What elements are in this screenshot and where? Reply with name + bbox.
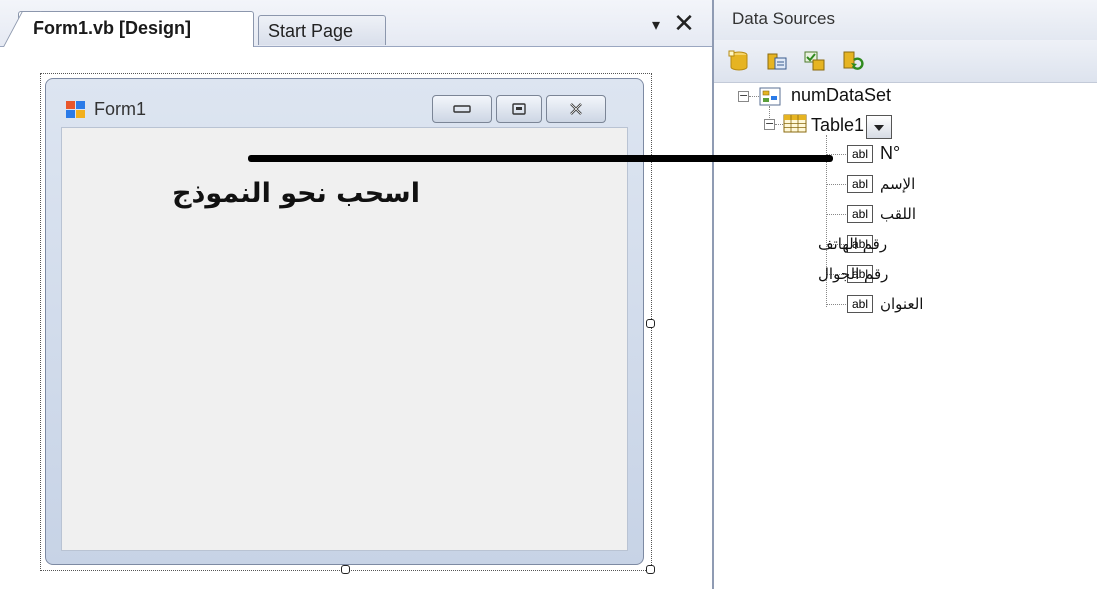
textbox-field-icon: abl — [847, 295, 873, 313]
field-address[interactable]: العنوان — [880, 295, 923, 313]
tree-connector — [826, 214, 846, 215]
drag-arrow-line — [248, 155, 833, 162]
tree-connector — [826, 184, 846, 185]
dataset-node-label[interactable]: numDataSet — [791, 85, 891, 106]
drag-instruction-text: اسحب نحو النموذج — [172, 178, 420, 209]
field-surname[interactable]: اللقب — [880, 205, 916, 223]
dataset-collapse-icon[interactable]: − — [738, 90, 749, 102]
field-mobile[interactable]: رقم الجوال — [818, 265, 888, 283]
textbox-field-icon: abl — [847, 145, 873, 163]
designer-document-pane: Form1.vb [Design] Start Page ▾ ✕ Form1 ا… — [0, 0, 712, 589]
tree-connector — [775, 124, 783, 125]
maximize-icon — [512, 103, 526, 115]
tab-list-dropdown-icon[interactable]: ▾ — [646, 15, 666, 35]
table-collapse-icon[interactable]: − — [764, 118, 775, 130]
textbox-field-icon: abl — [847, 175, 873, 193]
close-icon — [570, 103, 582, 115]
add-datasource-icon[interactable] — [728, 50, 750, 72]
edit-dataset-icon[interactable] — [766, 50, 788, 72]
field-name[interactable]: الإسم — [880, 175, 915, 193]
tab-form1-design[interactable]: Form1.vb [Design] — [18, 11, 254, 47]
resize-handle-bottom[interactable] — [341, 565, 350, 574]
data-sources-title: Data Sources — [714, 0, 1097, 40]
minimize-icon — [453, 105, 471, 113]
close-button[interactable] — [546, 95, 606, 123]
textbox-field-icon: abl — [847, 205, 873, 223]
data-sources-panel: Data Sources − numDataSet − Table1 abl N… — [712, 0, 1097, 589]
table-icon — [783, 114, 807, 138]
data-sources-toolbar — [714, 40, 1097, 83]
field-phone[interactable]: رقم الهاتف — [818, 235, 887, 253]
refresh-icon[interactable] — [842, 50, 864, 72]
form1-window[interactable]: Form1 — [45, 78, 644, 565]
close-document-icon[interactable]: ✕ — [672, 11, 696, 37]
tree-connector — [826, 304, 846, 305]
table-node-label[interactable]: Table1 — [811, 115, 864, 136]
field-n[interactable]: N° — [880, 143, 900, 164]
minimize-button[interactable] — [432, 95, 492, 123]
form-icon — [66, 101, 86, 119]
dataset-icon — [759, 87, 781, 110]
configure-dataset-icon[interactable] — [804, 50, 826, 72]
table-dropdown-button[interactable] — [866, 115, 892, 139]
tab-start-page[interactable]: Start Page — [258, 15, 386, 45]
resize-handle-right[interactable] — [646, 319, 655, 328]
tree-connector — [749, 96, 759, 97]
chevron-down-icon — [874, 125, 884, 131]
document-tabstrip: Form1.vb [Design] Start Page ▾ ✕ — [0, 0, 712, 47]
form-title: Form1 — [94, 99, 147, 119]
maximize-button[interactable] — [496, 95, 542, 123]
resize-handle-bottom-right[interactable] — [646, 565, 655, 574]
